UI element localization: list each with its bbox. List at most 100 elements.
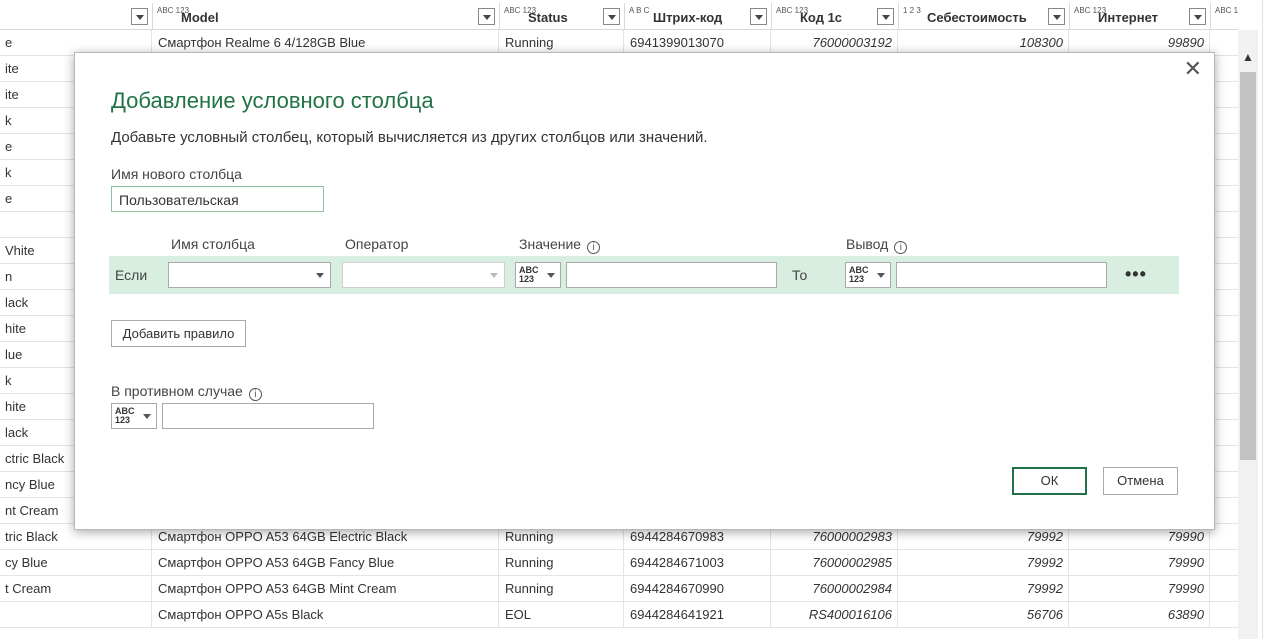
table-cell[interactable]: 76000002985: [772, 550, 898, 576]
column-type-icon[interactable]: 1 2 3: [903, 7, 921, 15]
table-cell[interactable]: [1211, 56, 1238, 82]
table-cell[interactable]: [0, 602, 152, 628]
else-value-input[interactable]: [162, 403, 374, 429]
column-header[interactable]: [0, 3, 153, 30]
operator-header: Оператор: [345, 236, 409, 252]
table-cell[interactable]: [1211, 82, 1238, 108]
table-cell[interactable]: [1211, 186, 1238, 212]
table-cell[interactable]: t Cream: [0, 576, 152, 602]
output-info-icon[interactable]: i: [894, 241, 908, 254]
more-options-icon[interactable]: •••: [1125, 264, 1147, 285]
table-cell[interactable]: 79990: [1070, 550, 1210, 576]
table-cell[interactable]: 79992: [899, 576, 1069, 602]
table-cell[interactable]: [1211, 368, 1238, 394]
table-cell[interactable]: [1211, 446, 1238, 472]
column-header[interactable]: 1 2 3 Себестоимость: [899, 3, 1070, 30]
column-header[interactable]: A B C Штрих-код: [625, 3, 772, 30]
column-header-label: Status: [528, 10, 568, 25]
table-cell[interactable]: Смартфон OPPO A53 64GB Fancy Blue: [153, 550, 499, 576]
column-header[interactable]: ABC 123 Интернет: [1070, 3, 1211, 30]
cancel-button[interactable]: Отмена: [1103, 467, 1178, 495]
vertical-scrollbar[interactable]: ▲: [1238, 30, 1258, 639]
filter-dropdown-icon[interactable]: [750, 8, 767, 25]
table-cell[interactable]: RS400016106: [772, 602, 898, 628]
scroll-up-icon[interactable]: ▲: [1242, 50, 1254, 64]
table-cell[interactable]: [1211, 316, 1238, 342]
table-cell[interactable]: Running: [500, 550, 624, 576]
table-cell[interactable]: [1211, 576, 1238, 602]
table-cell[interactable]: [1211, 160, 1238, 186]
table-cell[interactable]: 79990: [1070, 576, 1210, 602]
table-cell[interactable]: 6944284670990: [625, 576, 771, 602]
table-cell[interactable]: [1211, 472, 1238, 498]
table-cell[interactable]: 76000002984: [772, 576, 898, 602]
chevron-down-icon: [877, 273, 885, 278]
table-cell[interactable]: [1211, 212, 1238, 238]
column-header-label: Код 1с: [800, 10, 843, 25]
filter-dropdown-icon[interactable]: [478, 8, 495, 25]
table-cell[interactable]: [1211, 264, 1238, 290]
table-cell[interactable]: 63890: [1070, 602, 1210, 628]
dialog-title: Добавление условного столбца: [111, 88, 434, 113]
condition-rule-row: Если ABC 123 То ABC 123 •••: [109, 256, 1179, 294]
table-cell[interactable]: [1211, 394, 1238, 420]
new-column-name-input[interactable]: Пользовательская: [111, 186, 324, 212]
table-cell[interactable]: [1211, 290, 1238, 316]
chevron-down-icon: [316, 273, 324, 278]
output-input[interactable]: [896, 262, 1107, 288]
table-cell[interactable]: 79992: [899, 550, 1069, 576]
filter-dropdown-icon[interactable]: [131, 8, 148, 25]
column-header[interactable]: ABC 123 Код 1с: [772, 3, 899, 30]
else-type-button[interactable]: ABC 123: [111, 403, 157, 429]
table-cell[interactable]: [1211, 108, 1238, 134]
column-header[interactable]: ABC 123Роз: [1211, 3, 1238, 30]
table-cell[interactable]: [1211, 420, 1238, 446]
scrollbar-thumb[interactable]: [1240, 72, 1256, 460]
table-cell[interactable]: [1211, 238, 1238, 264]
column-type-icon[interactable]: ABC 123: [1215, 7, 1238, 15]
table-cell[interactable]: Смартфон OPPO A5s Black: [153, 602, 499, 628]
column-name-select[interactable]: [168, 262, 331, 288]
table-cell[interactable]: Running: [500, 576, 624, 602]
chevron-down-icon: [490, 273, 498, 278]
table-cell[interactable]: [1211, 134, 1238, 160]
column-header-label: Интернет: [1098, 10, 1159, 25]
table-cell[interactable]: [1211, 30, 1238, 56]
ok-button[interactable]: ОК: [1012, 467, 1087, 495]
output-header: Вывод i: [846, 236, 908, 254]
add-conditional-column-dialog: ✕ Добавление условного столбца Добавьте …: [74, 52, 1215, 530]
table-row[interactable]: Смартфон OPPO A5s Black EOL 6944284641921 R…: [0, 602, 1238, 628]
filter-dropdown-icon[interactable]: [603, 8, 620, 25]
filter-dropdown-icon[interactable]: [877, 8, 894, 25]
output-type-button[interactable]: ABC 123: [845, 262, 891, 288]
value-input[interactable]: [566, 262, 777, 288]
add-rule-button[interactable]: Добавить правило: [111, 320, 246, 347]
table-cell[interactable]: 56706: [899, 602, 1069, 628]
value-type-button[interactable]: ABC 123: [515, 262, 561, 288]
column-header[interactable]: ABC 123 Status: [500, 3, 625, 30]
filter-dropdown-icon[interactable]: [1048, 8, 1065, 25]
table-cell[interactable]: cy Blue: [0, 550, 152, 576]
table-cell[interactable]: [1211, 524, 1238, 550]
table-cell[interactable]: 6944284671003: [625, 550, 771, 576]
value-header-text: Значение: [519, 236, 582, 252]
table-cell[interactable]: [1211, 550, 1238, 576]
column-type-icon[interactable]: A B C: [629, 7, 649, 15]
else-label: В противном случае: [111, 383, 243, 399]
value-info-icon[interactable]: i: [587, 241, 601, 254]
table-cell[interactable]: [1211, 602, 1238, 628]
table-cell[interactable]: 6944284641921: [625, 602, 771, 628]
right-edge-panel: [1262, 0, 1280, 639]
table-row[interactable]: t Cream Смартфон OPPO A53 64GB Mint Cream…: [0, 576, 1238, 602]
table-cell[interactable]: [1211, 342, 1238, 368]
table-cell[interactable]: [1211, 498, 1238, 524]
else-info-icon[interactable]: i: [248, 388, 262, 401]
dialog-subtitle: Добавьте условный столбец, который вычис…: [111, 129, 708, 146]
close-icon[interactable]: ✕: [1184, 58, 1202, 80]
table-cell[interactable]: EOL: [500, 602, 624, 628]
table-row[interactable]: cy Blue Смартфон OPPO A53 64GB Fancy Blue…: [0, 550, 1238, 576]
table-cell[interactable]: Смартфон OPPO A53 64GB Mint Cream: [153, 576, 499, 602]
column-header[interactable]: ABC 123 Model: [153, 3, 500, 30]
operator-select[interactable]: [342, 262, 505, 288]
filter-dropdown-icon[interactable]: [1189, 8, 1206, 25]
